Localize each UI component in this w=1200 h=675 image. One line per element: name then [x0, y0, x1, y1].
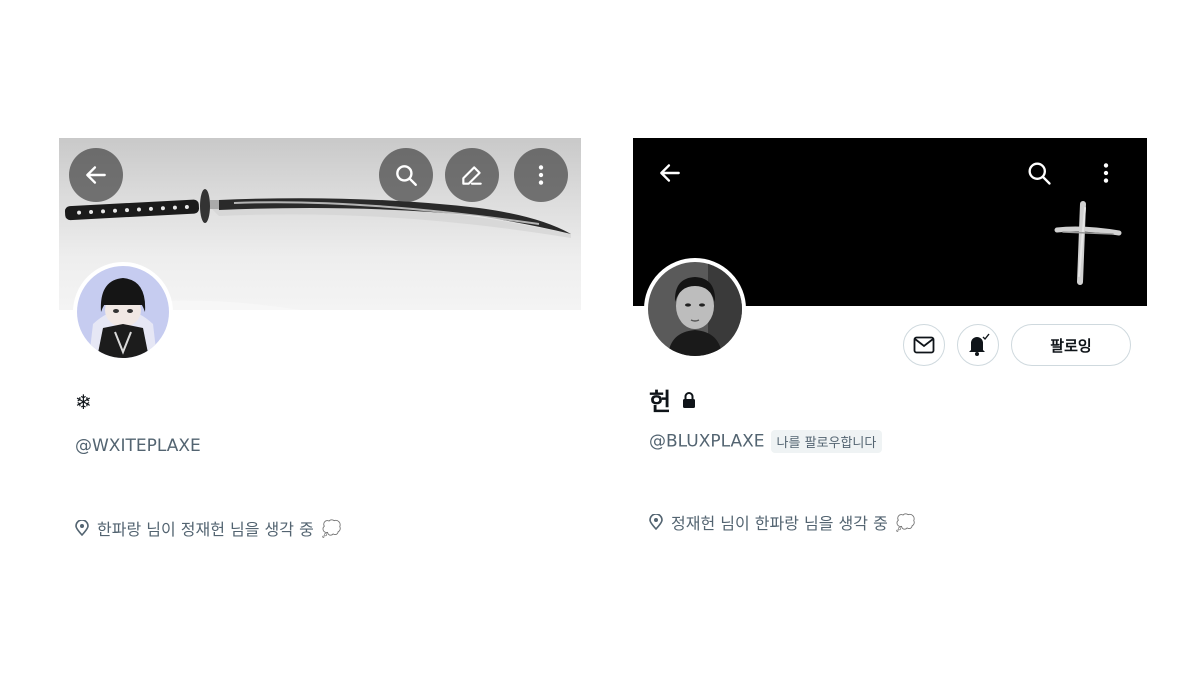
- back-button[interactable]: [69, 148, 123, 202]
- avatar-image: [648, 262, 742, 356]
- notifications-button[interactable]: [957, 324, 999, 366]
- profile-card-right: 팔로잉 헌 @BLUXPLAXE 나를 팔로우합니다 정재헌 님이 한파랑 님을 …: [633, 138, 1147, 578]
- display-name: ❄: [75, 390, 92, 414]
- search-button[interactable]: [1019, 153, 1059, 193]
- display-name-row: 헌: [649, 382, 697, 417]
- arrow-left-icon: [86, 166, 106, 184]
- bell-check-icon: [969, 333, 990, 356]
- more-vertical-icon: [1103, 163, 1109, 183]
- arrow-left-icon: [660, 164, 680, 182]
- bio-location-text: 정재헌 님이 한파랑 님을 생각 중: [671, 514, 888, 533]
- search-icon: [1028, 162, 1051, 185]
- location-pin-icon: [649, 514, 663, 530]
- bio-location: 정재헌 님이 한파랑 님을 생각 중 💭: [649, 510, 916, 534]
- back-button[interactable]: [650, 153, 690, 193]
- profile-card-left: ❄ @WXITEPLAXE 한파랑 님이 정재헌 님을 생각 중 💭: [59, 138, 581, 578]
- more-button[interactable]: [514, 148, 568, 202]
- follows-you-badge: 나를 팔로우합니다: [770, 430, 883, 453]
- edit-button[interactable]: [445, 148, 499, 202]
- avatar[interactable]: [644, 258, 746, 360]
- search-button[interactable]: [379, 148, 433, 202]
- more-button[interactable]: [1086, 153, 1126, 193]
- display-name: 헌: [649, 388, 672, 416]
- message-button[interactable]: [903, 324, 945, 366]
- edit-pencil-icon: [462, 166, 482, 185]
- avatar[interactable]: [73, 262, 173, 362]
- lock-icon: [683, 391, 696, 408]
- more-vertical-icon: [538, 165, 544, 185]
- thought-bubble-emoji: 💭: [321, 518, 342, 538]
- search-icon: [396, 165, 417, 186]
- location-pin-icon: [75, 520, 89, 536]
- bio-location: 한파랑 님이 정재헌 님을 생각 중 💭: [75, 516, 342, 540]
- mail-icon: [913, 336, 935, 354]
- following-button[interactable]: 팔로잉: [1011, 324, 1131, 366]
- avatar-image: [77, 266, 169, 358]
- username-handle: @WXITEPLAXE: [75, 436, 201, 456]
- handle-row: @BLUXPLAXE 나를 팔로우합니다: [649, 430, 883, 453]
- bio-location-text: 한파랑 님이 정재헌 님을 생각 중: [97, 520, 314, 539]
- username-handle: @BLUXPLAXE: [649, 431, 765, 452]
- thought-bubble-emoji: 💭: [895, 512, 916, 532]
